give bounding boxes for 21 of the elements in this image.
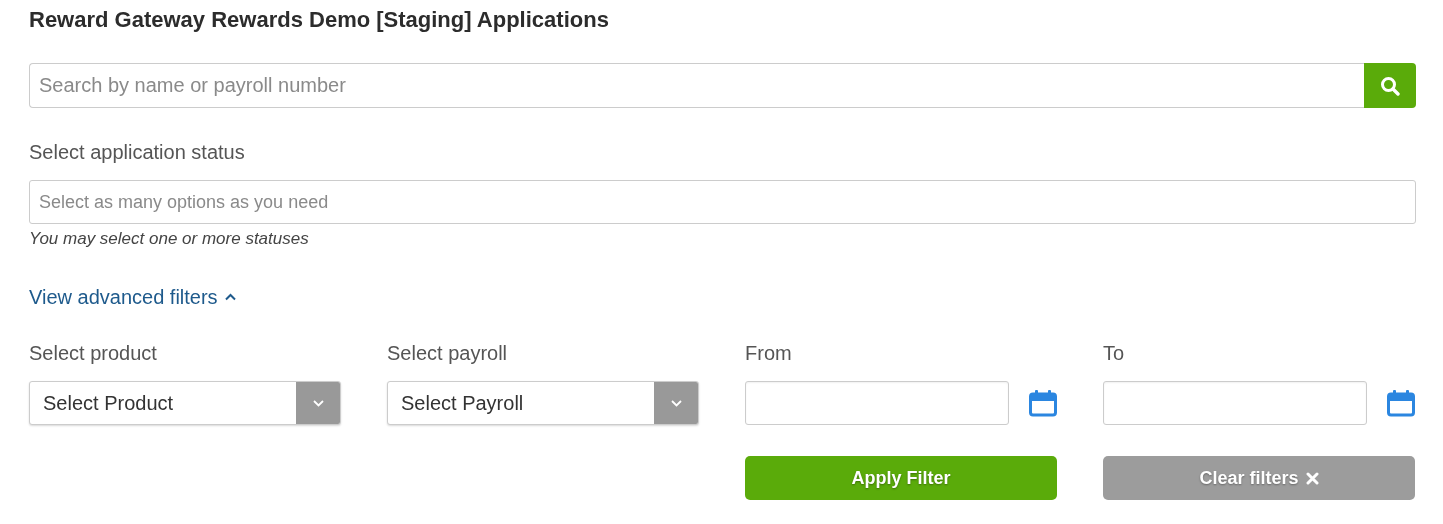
search-field[interactable]: Search by name or payroll number (29, 63, 1364, 108)
date-field[interactable] (745, 381, 1009, 425)
search-button[interactable] (1364, 63, 1416, 108)
field-label: Select product (29, 341, 158, 365)
field-label: To (1103, 341, 1126, 365)
help-text: You may select one or more statuses (29, 229, 310, 249)
chevron-down-icon (670, 399, 682, 407)
page-title: Reward Gateway Rewards Demo [Staging] Applications (29, 6, 610, 34)
close-icon (1305, 471, 1319, 485)
calendar-icon[interactable] (1387, 389, 1415, 417)
field-label: From (745, 341, 793, 365)
search-icon (1380, 75, 1400, 96)
select-dropdown[interactable]: Select Payroll (387, 381, 699, 425)
date-field[interactable] (1103, 381, 1367, 425)
status-multiselect-field[interactable]: Select as many options as you need (29, 180, 1416, 224)
advanced-filters-link[interactable]: View advanced filters (29, 285, 236, 309)
calendar-icon[interactable] (1029, 389, 1057, 417)
chevron-down-icon (312, 399, 324, 407)
field-label: Select payroll (387, 341, 509, 365)
select-dropdown[interactable]: Select Product (29, 381, 341, 425)
field-label: Select application status (29, 140, 246, 164)
